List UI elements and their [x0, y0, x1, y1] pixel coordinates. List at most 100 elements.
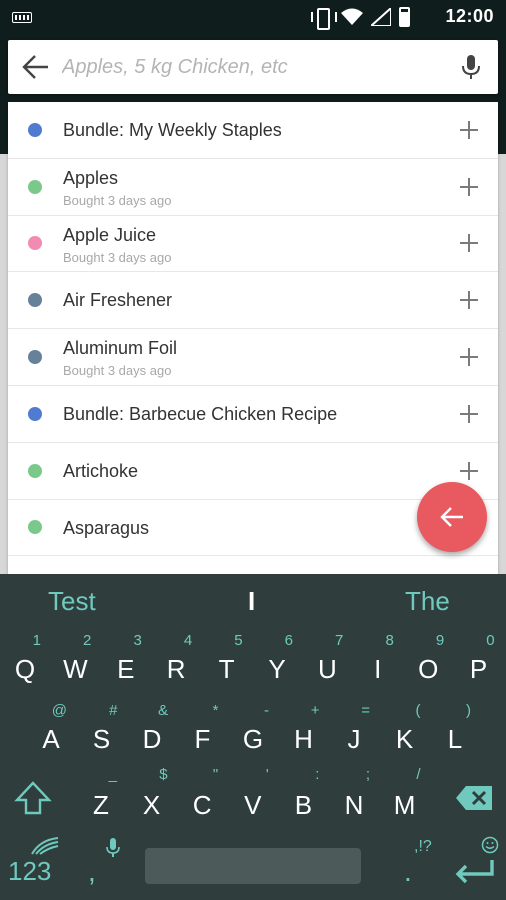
key-label: A: [42, 724, 60, 754]
category-dot-icon: [28, 350, 42, 365]
numbers-key[interactable]: 123: [8, 856, 51, 887]
add-item-icon[interactable]: [460, 348, 478, 367]
keyboard-notification-icon: [12, 12, 32, 23]
suggestion-name: Air Freshener: [63, 290, 173, 311]
status-icons: [311, 6, 410, 30]
key-label: D: [142, 724, 162, 754]
back-arrow-icon[interactable]: [22, 54, 50, 80]
key-hint: 0: [486, 632, 495, 649]
suggestion-row[interactable]: Artichoke: [8, 443, 498, 500]
prediction-right[interactable]: The: [405, 586, 450, 617]
key-hint: -: [264, 702, 269, 719]
category-dot-icon: [28, 293, 42, 308]
key-hint: #: [109, 702, 118, 719]
clock: 12:00: [445, 6, 494, 26]
key-hint: +: [310, 702, 320, 719]
key-label: P: [469, 654, 488, 684]
key-hint: @: [51, 702, 67, 719]
suggestion-row[interactable]: Bundle: Barbecue Chicken Recipe: [8, 386, 498, 443]
suggestion-name: Aluminum Foil: [63, 338, 178, 359]
key-label: O: [418, 654, 439, 684]
comma-key[interactable]: ,: [88, 856, 96, 888]
add-item-icon[interactable]: [460, 234, 478, 253]
key-label: Y: [268, 654, 286, 684]
key-hint: ): [466, 702, 471, 719]
key-label: J: [347, 724, 361, 754]
suggestion-name: Apple Juice: [63, 224, 157, 245]
backspace-key-icon[interactable]: [456, 786, 492, 810]
prediction-left[interactable]: Test: [48, 586, 96, 617]
suggestion-name: Bundle: My Weekly Staples: [63, 120, 282, 140]
key-label: E: [117, 654, 135, 684]
key-hint: 3: [133, 632, 142, 649]
search-bar: [8, 40, 498, 94]
key-hint: &: [157, 702, 168, 719]
suggestion-row[interactable]: Apples Bought 3 days ago: [8, 159, 498, 216]
suggestion-name: Asparagus: [63, 517, 150, 538]
suggestion-name: Bundle: Barbecue Chicken Recipe: [63, 403, 338, 424]
category-dot-icon: [28, 236, 42, 251]
battery-icon: [399, 7, 410, 27]
add-item-icon[interactable]: [460, 120, 478, 139]
key-label: L: [447, 724, 463, 754]
key-hint: (: [415, 702, 421, 719]
suggestion-name: Apples: [63, 167, 119, 188]
key-label: I: [374, 654, 382, 684]
search-input[interactable]: [62, 50, 442, 84]
add-item-icon[interactable]: [460, 404, 478, 423]
key-hint: 8: [385, 632, 394, 649]
suggestion-row[interactable]: Apple Juice Bought 3 days ago: [8, 216, 498, 273]
suggestion-subtitle: Bought 3 days ago: [63, 192, 172, 208]
category-dot-icon: [28, 179, 42, 194]
suggestion-name: Artichoke: [63, 460, 139, 481]
arrow-left-icon: [440, 507, 463, 527]
key-label: X: [142, 790, 161, 820]
category-dot-icon: [28, 520, 42, 535]
space-bar[interactable]: [145, 848, 361, 884]
signal-icon: [371, 8, 391, 26]
emoji-icon[interactable]: [481, 836, 499, 854]
key-hint: $: [159, 766, 168, 783]
key-label: Z: [93, 790, 109, 820]
key-label: T: [218, 654, 235, 684]
prediction-middle[interactable]: I: [248, 586, 255, 617]
add-item-icon[interactable]: [460, 461, 478, 480]
key-label: K: [395, 724, 414, 754]
key-label: G: [242, 724, 264, 754]
back-fab-button[interactable]: [417, 482, 487, 552]
key-hint: 7: [335, 632, 344, 649]
mic-icon[interactable]: [460, 53, 482, 81]
key-hint: ;: [365, 766, 370, 783]
enter-key-icon[interactable]: [452, 860, 496, 884]
key-label: S: [92, 724, 111, 754]
key-label: N: [344, 790, 364, 820]
key-label: C: [192, 790, 212, 820]
key-hint: 4: [183, 632, 193, 649]
punctuation-hint: ,!?: [414, 838, 432, 855]
key-label: F: [194, 724, 211, 754]
suggestion-row[interactable]: Aluminum Foil Bought 3 days ago: [8, 329, 498, 386]
shift-key-icon[interactable]: [14, 780, 52, 818]
key-hint: 5: [234, 632, 243, 649]
suggestion-subtitle: Bought 3 days ago: [63, 363, 172, 379]
key-hint: _: [108, 766, 117, 783]
add-item-icon[interactable]: [460, 291, 478, 310]
key-hint: =: [361, 702, 370, 719]
suggestion-subtitle: Bought 3 days ago: [63, 249, 172, 265]
key-label: U: [318, 654, 337, 684]
key-label: M: [393, 790, 416, 820]
keyboard-mic-icon[interactable]: [106, 838, 120, 858]
period-key[interactable]: .: [404, 856, 412, 888]
key-label: H: [294, 724, 313, 754]
key-label: B: [294, 790, 313, 820]
key-hint: /: [416, 766, 421, 783]
key-hint: 6: [284, 632, 293, 649]
key-hint: 1: [32, 632, 41, 649]
suggestion-row[interactable]: Air Freshener: [8, 272, 498, 330]
wifi-icon: [341, 8, 363, 25]
key-hint: 2: [83, 632, 92, 649]
suggestion-row[interactable]: Bundle: My Weekly Staples: [8, 102, 498, 159]
category-dot-icon: [28, 122, 42, 137]
add-item-icon[interactable]: [460, 177, 478, 196]
key-hint: ': [265, 766, 269, 783]
